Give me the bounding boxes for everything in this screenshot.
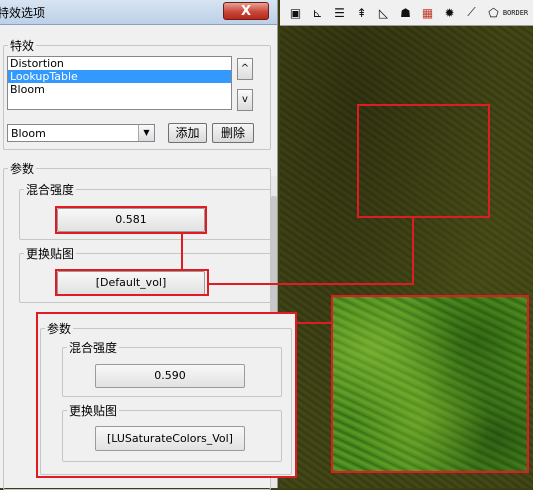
window-title: 特效选项 [0, 6, 46, 20]
viewport-toolbar: ▣ ⊾ ☰ ⇞ ◺ ☗ ▦ ✹ ⟋ ⬠ BOR DER [280, 0, 533, 26]
chevron-down-icon[interactable]: ▼ [138, 125, 154, 141]
blend-group-legend: 混合强度 [26, 183, 75, 197]
border-label-top: BOR [502, 8, 516, 17]
border-icon[interactable]: BOR DER [502, 3, 528, 22]
blend-highlight-box [55, 206, 207, 234]
list-item[interactable]: LookupTable [8, 70, 231, 83]
viewport-highlight-box [357, 104, 490, 218]
node-icon[interactable]: ⟋ [462, 3, 481, 22]
move-up-button[interactable]: ^ [237, 58, 253, 80]
splat-icon[interactable]: ✹ [440, 3, 459, 22]
effects-group-legend: 特效 [10, 39, 35, 53]
lines-icon[interactable]: ☰ [330, 3, 349, 22]
params-group-legend: 参数 [10, 162, 35, 176]
connector-line [296, 322, 333, 324]
callout-texture-value-button[interactable]: [LUSaturateColors_Vol] [95, 426, 245, 451]
effect-select[interactable]: Bloom ▼ [7, 124, 155, 142]
add-button[interactable]: 添加 [168, 123, 207, 143]
list-item[interactable]: Distortion [8, 57, 231, 70]
delete-button[interactable]: 删除 [212, 123, 254, 143]
callout-params-legend: 参数 [47, 322, 72, 336]
connector-line [207, 283, 414, 285]
texture-preview [333, 297, 527, 471]
axes-icon[interactable]: ⊾ [308, 3, 327, 22]
connector-line [181, 232, 183, 271]
callout-blend-legend: 混合强度 [69, 341, 118, 355]
texture-highlight-box [55, 269, 209, 296]
list-item[interactable]: Bloom [8, 83, 231, 96]
light-icon[interactable]: ☗ [396, 3, 415, 22]
move-down-button[interactable]: v [237, 89, 253, 111]
effect-select-value: Bloom [11, 127, 46, 140]
callout-blend-value-button[interactable]: 0.590 [95, 364, 245, 388]
close-button[interactable]: X [223, 2, 269, 20]
effects-list[interactable]: Distortion LookupTable Bloom [7, 56, 232, 110]
map-icon[interactable]: ▦ [418, 3, 437, 22]
connector-line [412, 217, 414, 285]
loop-icon[interactable]: ⬠ [484, 3, 503, 22]
title-bar: 特效选项 X [0, 0, 277, 25]
tree-icon[interactable]: ⇞ [352, 3, 371, 22]
triangle-icon[interactable]: ◺ [374, 3, 393, 22]
scrollbar-thumb[interactable] [271, 196, 277, 326]
callout-texture-legend: 更换贴图 [69, 404, 118, 418]
display-icon[interactable]: ▣ [286, 3, 305, 22]
border-label-bottom: DER [515, 8, 529, 17]
texture-group-legend: 更换贴图 [26, 247, 75, 261]
